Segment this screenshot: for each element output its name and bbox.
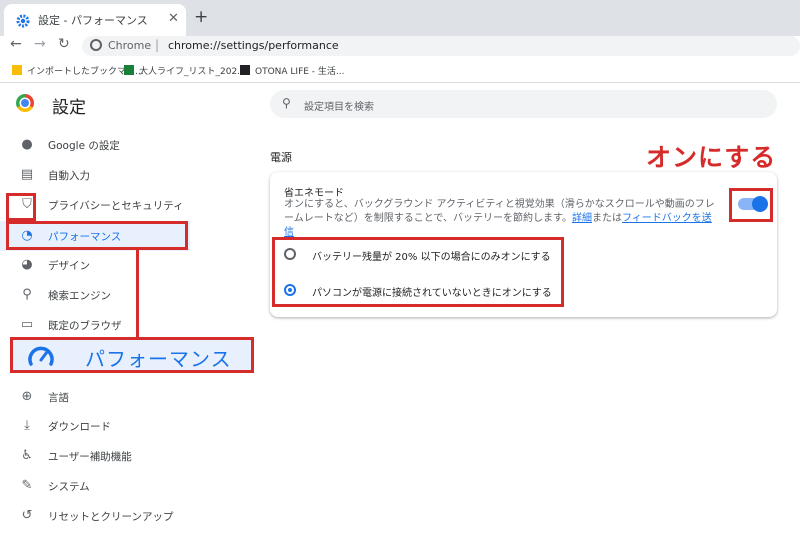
annotation-box-options xyxy=(272,237,564,307)
sidebar-item-google[interactable]: ● Google の設定 xyxy=(0,130,190,160)
sidebar-item-label: 検索エンジン xyxy=(48,290,111,302)
sidebar-item-label: 自動入力 xyxy=(48,170,90,182)
chrome-icon xyxy=(90,39,102,51)
settings-gear-icon xyxy=(16,13,30,28)
sidebar-item-downloads[interactable]: ⤓ ダウンロード xyxy=(0,411,190,441)
new-tab-icon[interactable]: + xyxy=(194,7,208,27)
sidebar-item-label: Google の設定 xyxy=(48,140,120,152)
speedometer-icon xyxy=(27,344,55,372)
sidebar-item-label: 言語 xyxy=(48,392,69,404)
back-icon[interactable]: ← xyxy=(10,36,22,52)
sidebar-item-appearance[interactable]: ◕ デザイン xyxy=(0,250,190,280)
sidebar-item-languages[interactable]: ⊕ 言語 xyxy=(0,382,190,412)
otona-logo-icon xyxy=(240,65,250,75)
energy-saver-description: オンにすると、バックグラウンド アクティビティと視覚効果（滑らかなスクロールや動… xyxy=(284,198,716,240)
sidebar-item-system[interactable]: ✎ システム xyxy=(0,471,190,501)
bookmark-label: 大人ライフ_リスト_202... xyxy=(139,67,246,77)
sidebar-item-default-browser[interactable]: ▭ 既定のブラウザ xyxy=(0,310,190,340)
url-text[interactable]: chrome://settings/performance xyxy=(168,39,339,52)
annotation-box-privacy xyxy=(6,193,36,221)
close-icon[interactable]: ✕ xyxy=(168,11,179,26)
address-bar[interactable]: Chrome | chrome://settings/performance xyxy=(82,36,800,56)
sidebar-item-accessibility[interactable]: ♿ ユーザー補助機能 xyxy=(0,441,190,471)
search-icon: ⚲ xyxy=(22,287,32,302)
site-label: Chrome xyxy=(108,39,152,52)
folder-icon xyxy=(12,65,22,75)
link-joiner: または xyxy=(592,213,622,224)
tab-title: 設定 - パフォーマンス xyxy=(38,14,148,27)
sidebar-item-label: システム xyxy=(48,481,90,493)
toolbar: ← → ↻ Chrome | chrome://settings/perform… xyxy=(0,36,800,58)
bookmark-label: OTONA LIFE - 生活... xyxy=(255,67,345,77)
forward-icon[interactable]: → xyxy=(34,36,46,52)
details-link[interactable]: 詳細 xyxy=(572,213,592,224)
search-input[interactable]: ⚲ 設定項目を検索 xyxy=(270,90,777,118)
sidebar-item-label: デザイン xyxy=(48,260,90,272)
sidebar-item-label: 既定のブラウザ xyxy=(48,320,122,332)
annotation-box-performance xyxy=(6,221,188,250)
browser-icon: ▭ xyxy=(20,317,34,332)
energy-saver-title: 省エネモード xyxy=(284,188,344,199)
download-icon: ⤓ xyxy=(24,418,30,433)
sidebar-item-autofill[interactable]: ▤ 自動入力 xyxy=(0,160,190,190)
bookmark-item[interactable]: OTONA LIFE - 生活... xyxy=(240,64,345,77)
search-icon: ⚲ xyxy=(282,96,291,110)
globe-icon: ⊕ xyxy=(21,389,33,404)
reset-icon: ↺ xyxy=(21,508,33,523)
accessibility-icon: ♿ xyxy=(21,448,33,463)
annotation-connector xyxy=(136,250,139,338)
sidebar-item-label: リセットとクリーンアップ xyxy=(48,511,174,523)
palette-icon: ◕ xyxy=(21,257,33,272)
wrench-icon: ✎ xyxy=(21,478,33,493)
clipboard-icon: ▤ xyxy=(20,167,34,182)
tab-strip: 設定 - パフォーマンス ✕ + xyxy=(0,0,800,36)
sidebar-item-reset[interactable]: ↺ リセットとクリーンアップ xyxy=(0,501,190,531)
section-title: 電源 xyxy=(270,151,292,164)
address-separator: | xyxy=(155,38,160,52)
annotation-box-toggle xyxy=(729,188,773,222)
chrome-logo-icon xyxy=(16,94,34,112)
sidebar-item-search-engine[interactable]: ⚲ 検索エンジン xyxy=(0,280,190,310)
sidebar-item-label: プライバシーとセキュリティ xyxy=(48,200,184,212)
sidebar-item-label: ユーザー補助機能 xyxy=(48,451,132,463)
search-placeholder: 設定項目を検索 xyxy=(304,102,374,113)
performance-callout: パフォーマンス xyxy=(10,337,254,373)
callout-label: パフォーマンス xyxy=(85,347,232,371)
person-icon: ● xyxy=(21,137,33,152)
reload-icon[interactable]: ↻ xyxy=(58,36,70,52)
sheets-icon xyxy=(124,65,134,75)
bookmarks-bar: インポートしたブックマー... 大人ライフ_リスト_202... OTONA L… xyxy=(0,58,800,83)
tab-settings[interactable]: 設定 - パフォーマンス ✕ xyxy=(4,4,186,36)
sidebar-item-label: ダウンロード xyxy=(48,421,111,433)
page-title: 設定 xyxy=(52,98,86,118)
bookmark-item[interactable]: 大人ライフ_リスト_202... xyxy=(124,64,246,77)
annotation-label: オンにする xyxy=(646,143,777,172)
